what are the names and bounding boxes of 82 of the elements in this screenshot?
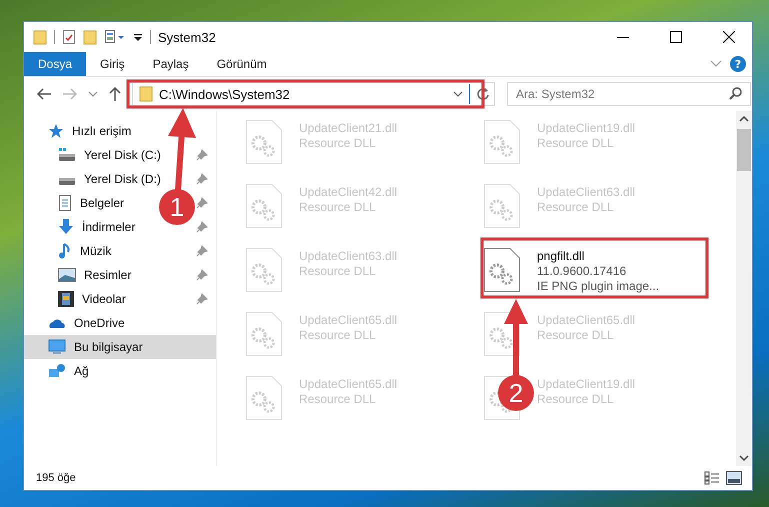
sidebar-label: Yerel Disk (C:): [84, 148, 161, 162]
close-icon: [723, 31, 735, 43]
sidebar-item[interactable]: Resimler: [58, 263, 132, 287]
file-detail: Resource DLL: [299, 136, 377, 150]
star-icon: [48, 123, 64, 139]
dll-file-icon: [245, 119, 283, 165]
chevron-down-icon[interactable]: [453, 90, 463, 98]
maximize-icon: [670, 31, 682, 43]
music-note-icon: [58, 243, 72, 259]
sidebar-item[interactable]: İndirmeler: [58, 215, 136, 239]
file-detail: 11.0.9600.17416: [537, 264, 628, 278]
sidebar-item[interactable]: Belgeler: [58, 191, 124, 215]
dll-file-icon: [245, 375, 283, 421]
scrollbar-thumb[interactable]: [737, 129, 751, 171]
document-icon: [58, 195, 72, 211]
refresh-icon[interactable]: [476, 87, 490, 101]
step-badge: 1: [159, 189, 195, 225]
address-field[interactable]: C:\Windows\System32: [132, 82, 495, 106]
file-detail: IE PNG plugin image...: [537, 279, 660, 293]
dll-file-icon: [245, 183, 283, 229]
film-icon: [58, 291, 74, 307]
file-detail: Resource DLL: [299, 264, 377, 278]
sidebar-item[interactable]: Bu bilgisayar: [24, 335, 216, 359]
address-path: C:\Windows\System32: [159, 86, 290, 102]
folder-icon: [139, 86, 153, 102]
sidebar-item[interactable]: OneDrive: [24, 311, 216, 335]
sidebar-label: Bu bilgisayar: [74, 340, 143, 354]
scrollbar[interactable]: [736, 111, 752, 466]
expand-ribbon-icon[interactable]: [710, 60, 722, 68]
step-badge: 2: [498, 375, 534, 411]
up-arrow-icon[interactable]: [108, 86, 122, 102]
sidebar-label: Hızlı erişim: [72, 124, 132, 138]
scroll-down-icon[interactable]: [739, 454, 749, 462]
sidebar-label: Belgeler: [80, 196, 124, 210]
sidebar-label: OneDrive: [74, 316, 125, 330]
sidebar-label: İndirmeler: [82, 220, 136, 234]
dll-file-icon: [245, 311, 283, 357]
sidebar-item[interactable]: Yerel Disk (D:): [58, 167, 161, 191]
sidebar-item[interactable]: Videolar: [58, 287, 126, 311]
sidebar-label: Müzik: [80, 244, 112, 258]
window-title: System32: [158, 30, 216, 44]
cloud-icon: [48, 317, 66, 329]
checklist-icon[interactable]: [62, 29, 76, 45]
sidebar-label: Ağ: [74, 364, 89, 378]
ribbon-tab[interactable]: Görünüm: [202, 52, 281, 76]
search-icon[interactable]: [729, 87, 742, 100]
item-count: 195 öğe: [36, 472, 76, 484]
file-detail: Resource DLL: [299, 392, 377, 406]
dll-file-icon: [483, 183, 521, 229]
search-field[interactable]: Ara: System32: [507, 82, 751, 106]
recent-dropdown-icon[interactable]: [88, 90, 98, 98]
sidebar-label: Yerel Disk (D:): [84, 172, 161, 186]
file-detail: Resource DLL: [537, 392, 615, 406]
file-detail: Resource DLL: [537, 136, 615, 150]
help-button[interactable]: ?: [730, 56, 746, 72]
file-detail: Resource DLL: [299, 200, 377, 214]
sidebar-item[interactable]: Müzik: [58, 239, 112, 263]
download-arrow-icon: [58, 219, 74, 235]
ribbon-tab[interactable]: Dosya: [24, 52, 86, 76]
dll-file-icon: [483, 247, 521, 293]
dll-file-icon: [245, 247, 283, 293]
file-detail: Resource DLL: [537, 200, 615, 214]
file-name[interactable]: pngfilt.dll: [537, 249, 660, 263]
file-detail: Resource DLL: [299, 328, 377, 342]
ribbon-tab[interactable]: Paylaş: [138, 52, 203, 76]
file-detail: Resource DLL: [537, 328, 615, 342]
drive-icon: [58, 148, 76, 162]
large-icons-view-icon[interactable]: [726, 471, 742, 485]
sidebar-label: Videolar: [82, 292, 126, 306]
dll-file-icon: [483, 119, 521, 165]
sidebar-label: Resimler: [84, 268, 132, 282]
back-arrow-icon[interactable]: [36, 87, 52, 101]
network-icon: [48, 363, 66, 379]
sidebar-item[interactable]: Ağ: [24, 359, 216, 383]
properties-icon[interactable]: [104, 29, 126, 45]
sidebar-item[interactable]: Yerel Disk (C:): [58, 143, 161, 167]
details-view-icon[interactable]: [704, 471, 720, 485]
picture-icon: [58, 268, 76, 282]
computer-icon: [48, 339, 66, 355]
sidebar-item[interactable]: Hızlı erişim: [24, 119, 216, 143]
scroll-up-icon[interactable]: [739, 115, 749, 123]
ribbon-tab[interactable]: Giriş: [86, 52, 139, 76]
